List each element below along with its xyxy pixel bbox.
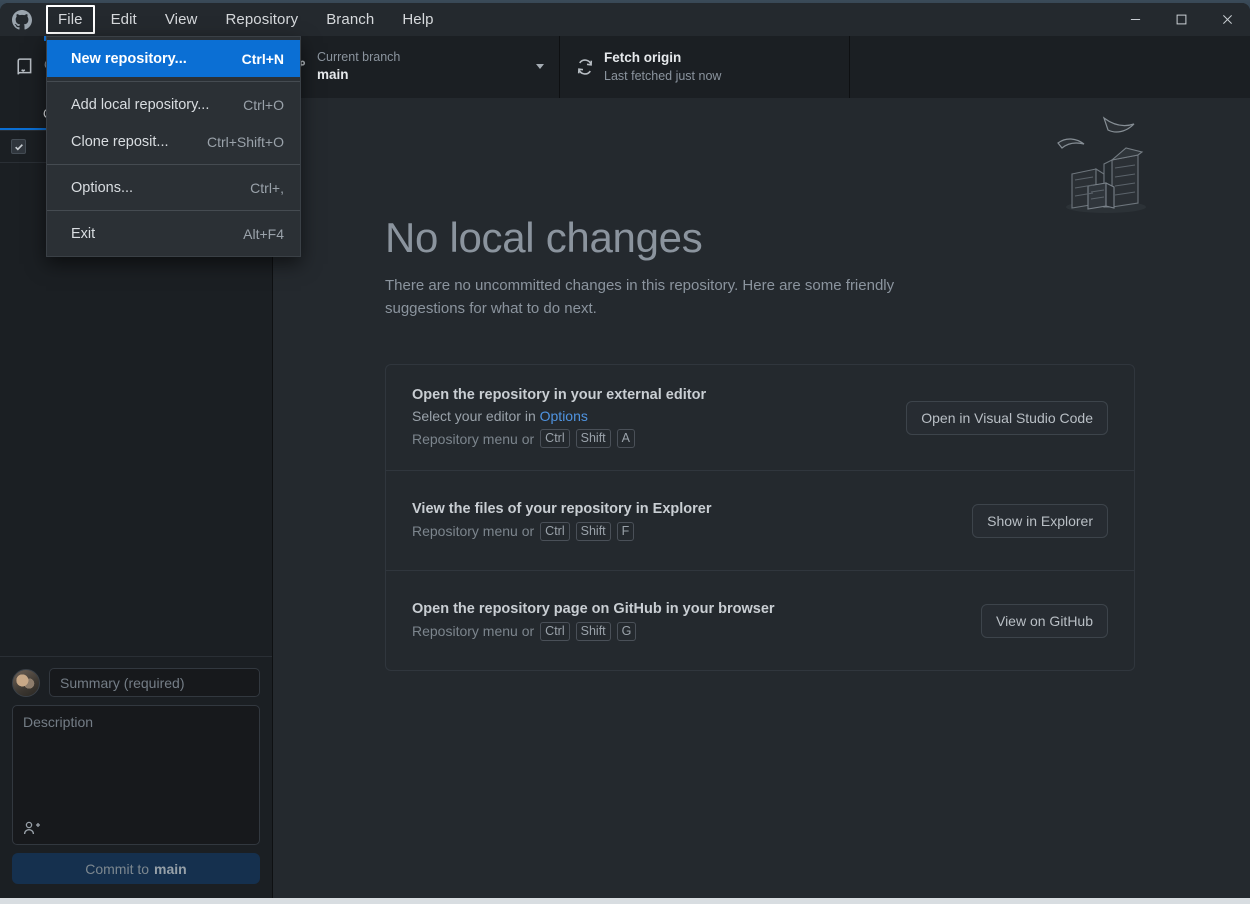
menu-item-accelerator: Ctrl+N	[241, 50, 284, 67]
maximize-icon[interactable]	[1158, 3, 1204, 36]
suggestions-list: Open the repository in your external edi…	[385, 364, 1135, 672]
suggestion-show-in-explorer: View the files of your repository in Exp…	[386, 470, 1134, 570]
select-all-checkbox[interactable]	[11, 139, 26, 154]
commit-summary-input[interactable]	[49, 668, 260, 697]
menu-item-label: Clone reposit...	[71, 133, 169, 150]
menu-item-accelerator: Alt+F4	[243, 225, 284, 242]
menu-separator	[47, 164, 300, 165]
menu-item-accelerator: Ctrl+O	[243, 96, 284, 113]
menu-item-options[interactable]: Options... Ctrl+,	[47, 169, 300, 206]
key-ctrl: Ctrl	[540, 621, 570, 641]
suggestion-view-on-github: Open the repository page on GitHub in yo…	[386, 570, 1134, 670]
minimize-icon[interactable]	[1112, 3, 1158, 36]
branch-value: main	[317, 67, 349, 83]
fetch-origin-subtitle: Last fetched just now	[604, 68, 722, 83]
page-title: No local changes	[385, 214, 703, 261]
key-shift: Shift	[575, 521, 611, 541]
close-icon[interactable]	[1204, 3, 1250, 36]
avatar	[12, 668, 40, 697]
menu-edit[interactable]: Edit	[97, 3, 151, 36]
commit-description-wrapper	[12, 705, 260, 845]
fetch-origin-button[interactable]: Fetch origin Last fetched just now	[560, 36, 850, 98]
suggestion-shortcut: Repository menu or Ctrl Shift A	[412, 429, 892, 449]
suggestion-title: Open the repository in your external edi…	[412, 387, 707, 404]
suggestion-shortcut: Repository menu or Ctrl Shift F	[412, 521, 958, 541]
key-f: F	[616, 521, 635, 541]
fetch-origin-title: Fetch origin	[604, 49, 682, 65]
key-shift: Shift	[575, 621, 611, 641]
menu-repository-label: Repository	[225, 11, 299, 28]
menu-view[interactable]: View	[151, 3, 212, 36]
menu-repository[interactable]: Repository	[211, 3, 312, 36]
suggestion-menu-prefix: Repository menu or	[412, 623, 535, 640]
menu-separator	[47, 210, 300, 211]
suggestion-shortcut: Repository menu or Ctrl Shift G	[412, 621, 967, 641]
menu-bar: File Edit View Repository Branch Help	[44, 3, 448, 41]
commit-summary-row	[12, 668, 260, 697]
branch-chevron-down-icon	[535, 58, 545, 76]
hero-section: No local changes There are no uncommitte…	[273, 98, 1250, 320]
menu-item-accelerator: Ctrl+Shift+O	[206, 133, 284, 150]
view-on-github-button[interactable]: View on GitHub	[980, 603, 1108, 638]
file-menu-dropdown: New repository... Ctrl+N Add local repos…	[46, 36, 301, 257]
menu-file[interactable]: File	[44, 3, 97, 41]
menu-branch[interactable]: Branch	[312, 3, 388, 36]
menu-edit-label: Edit	[110, 11, 137, 28]
taskbar	[0, 898, 1250, 904]
suggestion-desc-prefix: Select your editor in	[412, 408, 540, 425]
menu-separator	[47, 81, 300, 82]
menu-item-label: Options...	[71, 179, 134, 196]
menu-item-add-local-repository[interactable]: Add local repository... Ctrl+O	[47, 86, 300, 123]
suggestion-body: Open the repository page on GitHub in yo…	[412, 601, 967, 641]
sync-icon	[574, 58, 595, 76]
github-mark-icon	[0, 3, 44, 36]
menu-item-label: Exit	[71, 225, 96, 242]
open-in-editor-button[interactable]: Open in Visual Studio Code	[906, 400, 1108, 435]
add-person-icon[interactable]	[21, 818, 43, 838]
menu-file-label: File	[58, 11, 83, 28]
key-ctrl: Ctrl	[540, 521, 570, 541]
window-controls	[1112, 3, 1250, 36]
key-ctrl: Ctrl	[540, 429, 570, 449]
title-bar: File Edit View Repository Branch Help	[0, 3, 1250, 41]
suggestion-menu-prefix: Repository menu or	[412, 430, 535, 447]
commit-description-input[interactable]	[13, 706, 259, 844]
menu-item-accelerator: Ctrl+,	[250, 179, 284, 196]
no-changes-pane: No local changes There are no uncommitte…	[273, 98, 1250, 898]
menu-branch-label: Branch	[326, 11, 375, 28]
menu-item-label: Add local repository...	[71, 96, 210, 113]
fetch-origin-text: Fetch origin Last fetched just now	[604, 50, 835, 85]
suggestion-title: View the files of your repository in Exp…	[412, 500, 712, 517]
menu-view-label: View	[164, 11, 198, 28]
commit-button-branch: main	[154, 860, 187, 877]
commit-to-branch-button[interactable]: Commit to main	[12, 853, 260, 884]
commit-form: Commit to main	[0, 656, 272, 898]
paper-stack-illustration	[1044, 108, 1164, 218]
suggestion-open-external-editor: Open the repository in your external edi…	[386, 365, 1134, 470]
key-g: G	[616, 621, 637, 641]
github-desktop-window: File Edit View Repository Branch Help Cu…	[0, 3, 1250, 898]
suggestion-body: View the files of your repository in Exp…	[412, 501, 958, 541]
menu-item-label: New repository...	[71, 50, 187, 67]
menu-item-clone-repository[interactable]: Clone reposit... Ctrl+Shift+O	[47, 123, 300, 160]
repo-book-icon	[14, 58, 35, 76]
suggestion-menu-prefix: Repository menu or	[412, 523, 535, 540]
menu-help[interactable]: Help	[388, 3, 447, 36]
suggestion-title: Open the repository page on GitHub in yo…	[412, 600, 775, 617]
suggestion-description: Select your editor in Options	[412, 408, 892, 424]
menu-item-new-repository[interactable]: New repository... Ctrl+N	[47, 40, 300, 77]
page-subtitle: There are no uncommitted changes in this…	[385, 277, 895, 317]
branch-label: Current branch	[317, 49, 401, 64]
menu-help-label: Help	[402, 11, 434, 28]
suggestion-body: Open the repository in your external edi…	[412, 387, 892, 449]
branch-selector[interactable]: Current branch main	[273, 36, 560, 98]
show-in-explorer-button[interactable]: Show in Explorer	[972, 503, 1108, 538]
key-shift: Shift	[575, 429, 611, 449]
key-a: A	[616, 429, 635, 449]
options-link[interactable]: Options	[540, 408, 588, 424]
branch-text: Current branch main	[317, 50, 526, 85]
commit-button-prefix: Commit to	[85, 860, 150, 877]
menu-item-exit[interactable]: Exit Alt+F4	[47, 215, 300, 252]
